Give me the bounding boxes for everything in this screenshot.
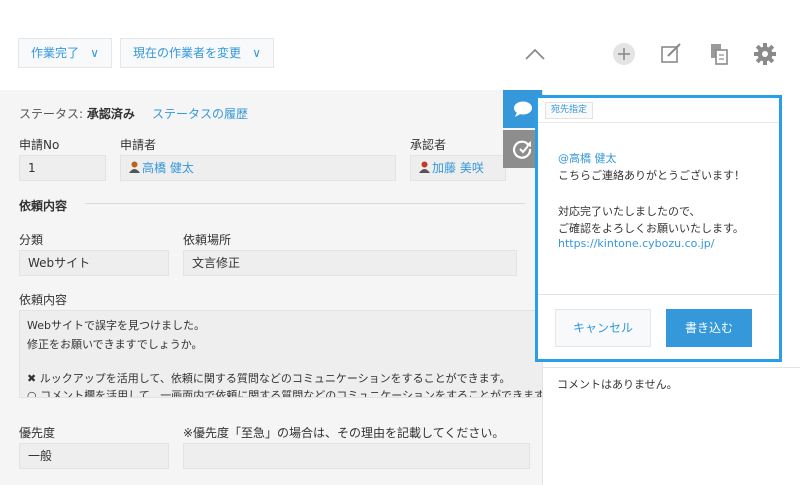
- comment-line: こちらご連絡ありがとうございます！: [558, 169, 745, 182]
- applicant-label: 申請者: [120, 138, 157, 152]
- gear-icon[interactable]: [753, 42, 777, 66]
- chevron-down-icon: ∨: [90, 46, 99, 60]
- comment-line: 対応完了いたしましたので、: [558, 205, 701, 218]
- location-value: 文言修正: [183, 250, 517, 276]
- category-label: 分類: [19, 233, 44, 247]
- comment-line: ご確認をよろしくお願いいたします。: [558, 222, 744, 235]
- applicant-name[interactable]: 高橋 健太: [142, 161, 194, 175]
- post-comment-button[interactable]: 書き込む: [666, 309, 752, 347]
- details-line: ○ コメント欄を活用して、一画面内で依頼に関する質問などのコミュニケーションをす…: [27, 389, 542, 398]
- status-value: 承認済み: [86, 107, 135, 121]
- request-no-label: 申請No: [19, 138, 60, 152]
- priority-label: 優先度: [19, 426, 56, 440]
- cancel-button[interactable]: キャンセル: [555, 309, 651, 347]
- urgent-reason-value: [183, 443, 530, 469]
- mention-chip[interactable]: 宛先指定: [545, 102, 594, 119]
- applicant-value: 高橋 健太: [120, 155, 396, 181]
- location-label: 依頼場所: [183, 233, 232, 247]
- comment-divider: [543, 367, 800, 368]
- copy-icon[interactable]: [707, 42, 731, 66]
- complete-task-button[interactable]: 作業完了 ∨: [18, 38, 112, 68]
- record-detail-panel: ステータス: 承認済み ステータスの履歴 申請No 1 申請者 高橋 健太 承認…: [0, 90, 542, 485]
- details-line: Webサイトで誤字を見つけました。: [27, 319, 205, 332]
- details-line: ✖ ルックアップを活用して、依頼に関する質問などのコミュニケーションをすることが…: [27, 372, 511, 385]
- details-line: 修正をお願いできますでしょうか。: [27, 338, 203, 351]
- record-toolbar: 作業完了 ∨ 現在の作業者を変更 ∨: [0, 0, 800, 90]
- comment-icon: [514, 101, 532, 117]
- details-label: 依頼内容: [19, 293, 68, 307]
- change-assignee-button[interactable]: 現在の作業者を変更 ∨: [120, 38, 274, 68]
- chevron-down-icon: ∨: [252, 46, 261, 60]
- composer-toolbar-divider: [538, 122, 779, 123]
- change-assignee-label: 現在の作業者を変更: [133, 46, 242, 60]
- category-value: Webサイト: [19, 250, 169, 276]
- edit-icon[interactable]: [659, 42, 683, 66]
- approver-value: 加藤 美咲: [410, 155, 506, 181]
- mention-text[interactable]: @高橋 健太: [558, 150, 617, 166]
- status-history-link[interactable]: ステータスの履歴: [152, 105, 248, 122]
- status-label: ステータス:: [19, 107, 84, 121]
- user-icon: [129, 161, 140, 173]
- composer-footer-divider: [538, 294, 779, 295]
- collapse-icon[interactable]: [523, 42, 547, 66]
- complete-task-label: 作業完了: [31, 46, 80, 60]
- history-icon: [512, 140, 532, 159]
- urgent-reason-label: ※優先度「至急」の場合は、その理由を記載してください。: [183, 426, 505, 440]
- approver-label: 承認者: [410, 138, 447, 152]
- approver-name[interactable]: 加藤 美咲: [432, 161, 484, 175]
- add-icon[interactable]: [612, 42, 636, 66]
- section-title: 依頼内容: [19, 199, 68, 213]
- comment-composer: 宛先指定 @高橋 健太 こちらご連絡ありがとうございます！ 対応完了いたしました…: [535, 95, 782, 362]
- details-value: Webサイトで誤字を見つけました。 修正をお願いできますでしょうか。 ✖ ルック…: [19, 310, 542, 398]
- status-row: ステータス: 承認済み: [19, 105, 135, 122]
- comment-url-link[interactable]: https://kintone.cybozu.co.jp/: [558, 237, 714, 250]
- section-divider: [85, 203, 525, 204]
- request-no-value: 1: [19, 155, 106, 181]
- no-comments-text: コメントはありません。: [557, 378, 678, 391]
- priority-value: 一般: [19, 443, 169, 469]
- user-icon: [419, 161, 430, 173]
